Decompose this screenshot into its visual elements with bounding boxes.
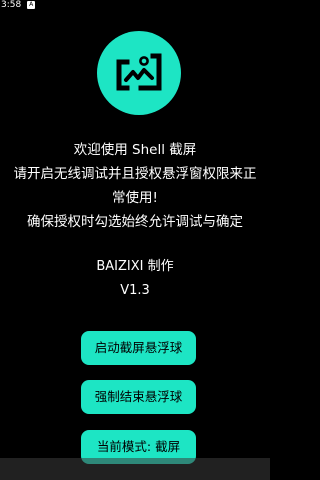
notification-icon: A	[27, 1, 36, 9]
credit-block: BAIZIXI 制作 V1.3	[0, 255, 270, 303]
stop-float-button[interactable]: 强制结束悬浮球	[81, 380, 196, 414]
intro-line-welcome: 欢迎使用 Shell 截屏	[73, 142, 197, 158]
bottom-overlay-bar	[0, 458, 270, 480]
status-bar: 3:58 A	[0, 0, 270, 10]
author-label: BAIZIXI 制作	[96, 259, 174, 274]
intro-line-instruction-cont: 常使用!	[112, 190, 158, 206]
app-logo	[97, 31, 181, 115]
intro-text: 欢迎使用 Shell 截屏 请开启无线调试并且授权悬浮窗权限来正 常使用! 确保…	[0, 138, 270, 234]
status-time: 3:58	[1, 0, 22, 10]
image-photo-icon	[116, 53, 162, 91]
app-screen: 3:58 A 欢迎使用 Shell 截屏 请开启无线调试并且授权悬浮窗权限来正 …	[0, 0, 270, 480]
start-float-button[interactable]: 启动截屏悬浮球	[81, 331, 196, 365]
version-label: V1.3	[120, 283, 150, 298]
intro-line-instruction: 请开启无线调试并且授权悬浮窗权限来正	[13, 166, 257, 182]
intro-line-confirm: 确保授权时勾选始终允许调试与确定	[27, 214, 243, 230]
